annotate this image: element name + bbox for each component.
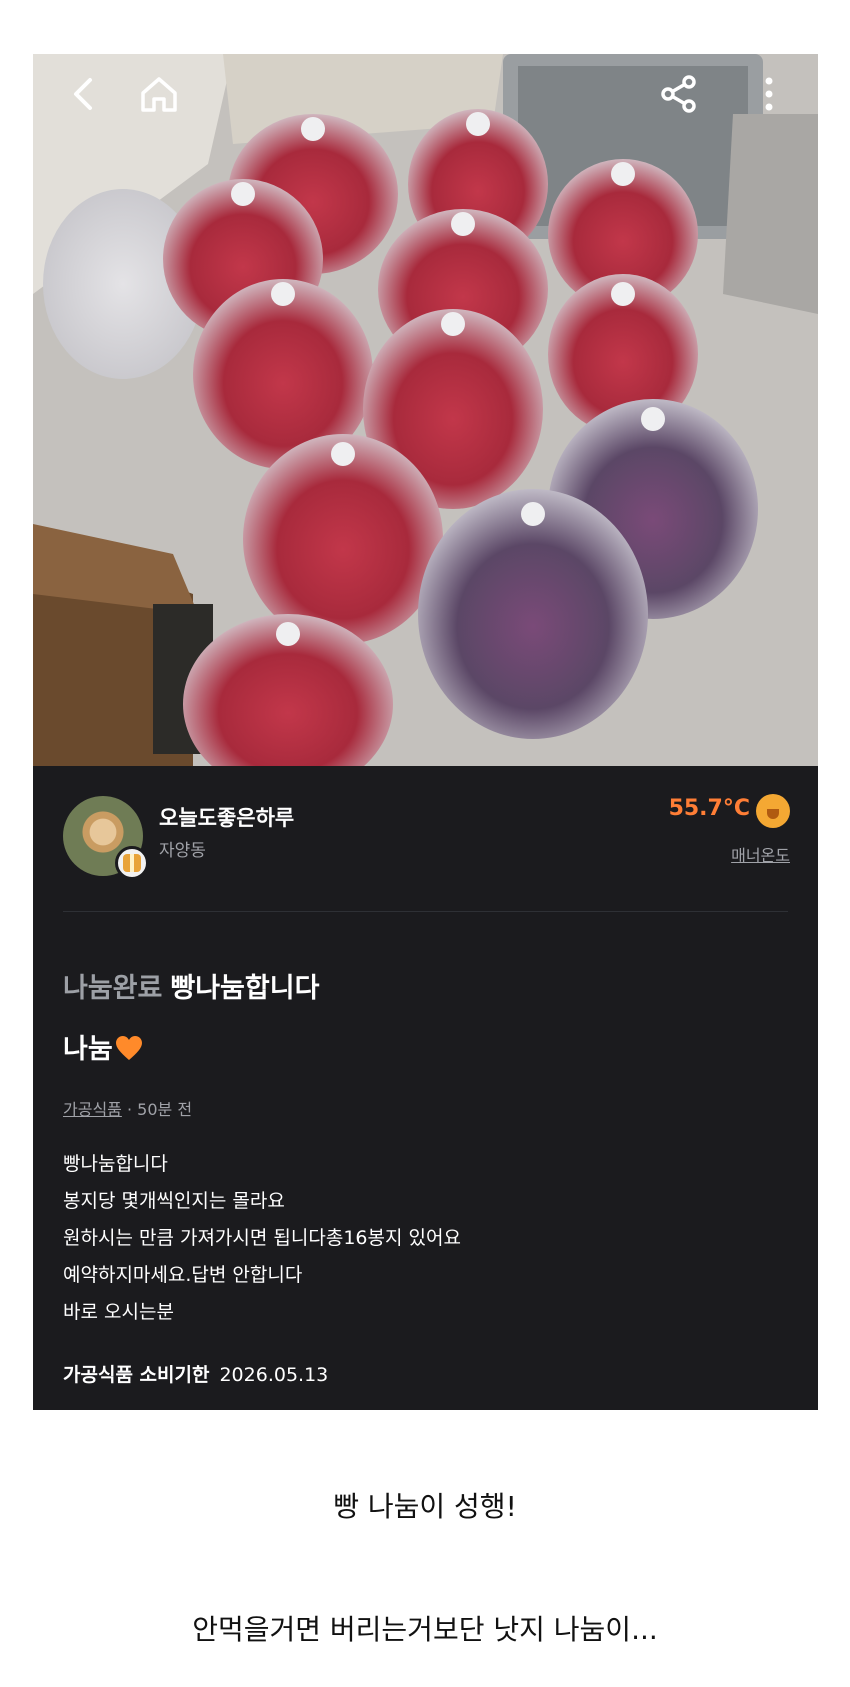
- meta-separator: ·: [126, 1100, 133, 1119]
- orange-heart-icon: [115, 1036, 142, 1060]
- gift-badge-icon: [115, 846, 149, 880]
- post-meta: 가공식품 · 50분 전: [63, 1096, 192, 1120]
- app-screenshot: 오늘도좋은하루 자양동 55.7°C 매너온도 나눔완료 빵나눔합니다 나눔 가공…: [33, 54, 818, 1410]
- body-line: 원하시는 만큼 가져가시면 됩니다총16봉지 있어요: [63, 1227, 461, 1249]
- chevron-left-icon: [74, 78, 92, 110]
- more-vertical-icon: [765, 77, 773, 111]
- more-button[interactable]: [743, 68, 795, 120]
- body-line: 봉지당 몇개씩인지는 몰라요: [63, 1190, 285, 1212]
- divider: [63, 911, 788, 912]
- post-title: 나눔완료 빵나눔합니다: [63, 966, 319, 1005]
- expiry-date: 2026.05.13: [219, 1364, 329, 1386]
- product-photo[interactable]: [33, 54, 818, 766]
- body-line: 빵나눔합니다: [63, 1153, 168, 1175]
- body-line: 예약하지마세요.답변 안합니다: [63, 1264, 303, 1286]
- manner-temperature-link[interactable]: 매너온도: [731, 842, 790, 866]
- post-subtitle: 나눔: [63, 1027, 143, 1066]
- post-title-text: 빵나눔합니다: [170, 973, 320, 1004]
- seller-nickname[interactable]: 오늘도좋은하루: [159, 802, 294, 832]
- share-icon: [661, 75, 696, 113]
- manner-temperature: 55.7°C: [668, 796, 750, 821]
- expiry-info: 가공식품 소비기한 2026.05.13: [63, 1360, 328, 1387]
- category-link[interactable]: 가공식품: [63, 1100, 122, 1119]
- body-line: 바로 오시는분: [63, 1301, 174, 1323]
- home-icon: [141, 77, 177, 112]
- post-subtitle-text: 나눔: [63, 1034, 113, 1065]
- post-body: 빵나눔합니다 봉지당 몇개씩인지는 몰라요 원하시는 만큼 가져가시면 됩니다총…: [63, 1146, 461, 1331]
- bread-bags-illustration: [33, 54, 818, 766]
- post-time: 50분 전: [137, 1100, 193, 1119]
- seller-profile[interactable]: 오늘도좋은하루 자양동 55.7°C 매너온도: [33, 766, 818, 910]
- share-button[interactable]: [653, 68, 705, 120]
- caption-line-1: 빵 나눔이 성행!: [333, 1490, 517, 1523]
- home-button[interactable]: [133, 68, 185, 120]
- temperature-face-icon: [756, 794, 790, 828]
- expiry-label: 가공식품 소비기한: [63, 1364, 210, 1386]
- status-badge: 나눔완료: [63, 973, 163, 1004]
- caption-line-2: 안먹을거면 버리는거보단 낫지 나눔이...: [192, 1613, 658, 1646]
- back-button[interactable]: [57, 68, 109, 120]
- seller-location: 자양동: [159, 841, 206, 861]
